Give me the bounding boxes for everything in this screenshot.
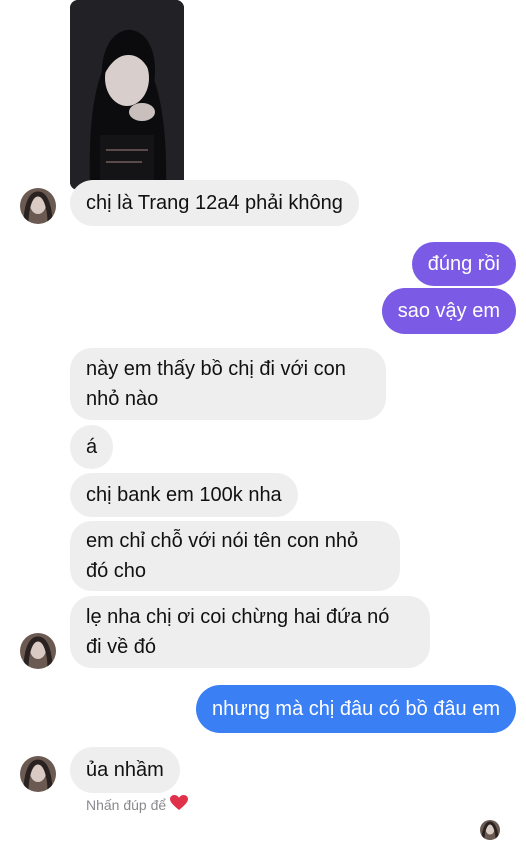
message-bubble-outgoing[interactable]: nhưng mà chị đâu có bồ đâu em bbox=[195, 685, 516, 733]
message-bubble-incoming[interactable]: lẹ nha chị ơi coi chừng hai đứa nó đi về… bbox=[70, 596, 430, 668]
message-text: chị là Trang 12a4 phải không bbox=[86, 192, 343, 214]
message-bubble-incoming[interactable]: á bbox=[70, 425, 114, 469]
message-bubble-incoming[interactable]: ủa nhầm bbox=[70, 747, 180, 793]
message-bubble-outgoing[interactable]: sao vậy em bbox=[381, 288, 516, 334]
message-text: sao vậy em bbox=[397, 300, 500, 322]
message-text: lẹ nha chị ơi coi chừng hai đứa nó bbox=[86, 606, 390, 628]
message-text: này em thấy bồ chị đi với con bbox=[86, 358, 346, 380]
shared-photo[interactable] bbox=[70, 0, 184, 190]
message-bubble-incoming[interactable]: em chỉ chỗ với nói tên con nhỏ đó cho bbox=[70, 521, 400, 591]
double-tap-hint: Nhấn đúp để bbox=[86, 795, 189, 814]
contact-avatar[interactable] bbox=[20, 633, 56, 669]
message-text: đúng rồi bbox=[427, 253, 500, 275]
contact-avatar[interactable] bbox=[20, 188, 56, 224]
message-text: chị bank em 100k nha bbox=[86, 484, 282, 506]
message-bubble-incoming[interactable]: chị là Trang 12a4 phải không bbox=[70, 180, 359, 226]
read-receipt-avatar bbox=[480, 820, 500, 840]
message-text: ủa nhầm bbox=[86, 759, 164, 781]
message-text: nhưng mà chị đâu có bồ đâu em bbox=[211, 698, 500, 720]
heart-icon[interactable] bbox=[170, 795, 189, 814]
message-text: đó cho bbox=[86, 560, 147, 582]
message-text: đi về đó bbox=[86, 636, 157, 658]
message-text: á bbox=[86, 436, 98, 458]
message-bubble-incoming[interactable]: chị bank em 100k nha bbox=[70, 473, 298, 517]
message-text: em chỉ chỗ với nói tên con nhỏ bbox=[86, 530, 359, 552]
message-bubble-incoming[interactable]: này em thấy bồ chị đi với con nhỏ nào bbox=[70, 348, 386, 420]
message-bubble-outgoing[interactable]: đúng rồi bbox=[411, 242, 516, 286]
hint-text: Nhấn đúp để bbox=[86, 796, 167, 813]
message-text: nhỏ nào bbox=[86, 388, 159, 410]
contact-avatar[interactable] bbox=[20, 756, 56, 792]
